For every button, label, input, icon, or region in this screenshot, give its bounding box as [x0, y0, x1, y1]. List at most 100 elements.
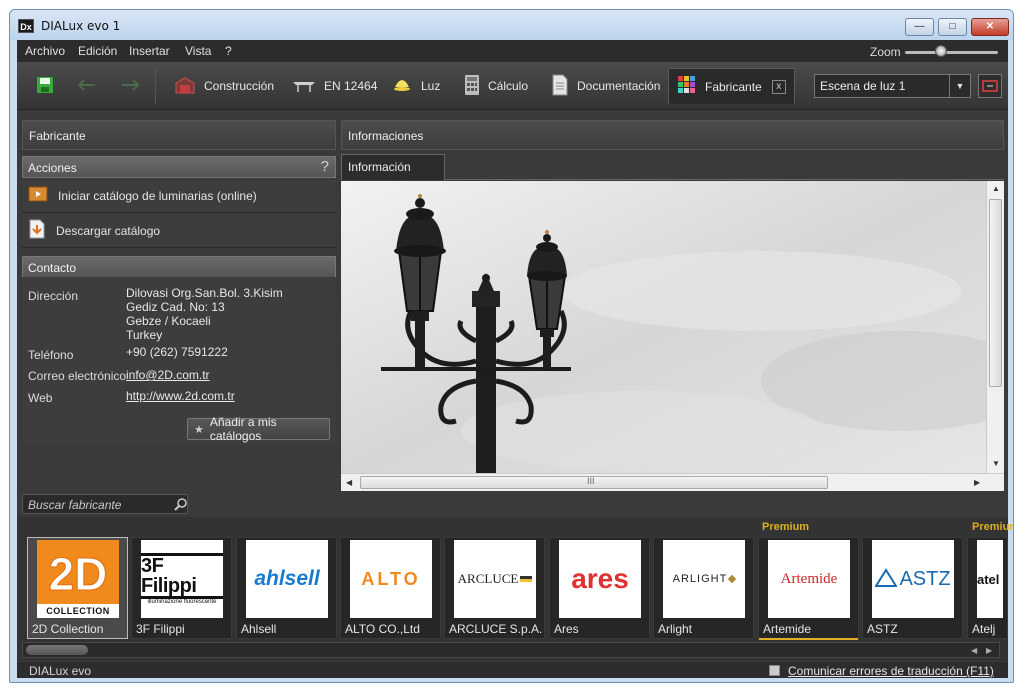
- menu-insertar[interactable]: Insertar: [129, 44, 170, 58]
- manufacturer-tile-atelj[interactable]: atel Atelj: [967, 537, 1008, 639]
- document-icon: [551, 74, 569, 99]
- scroll-left-icon[interactable]: ◀: [971, 646, 977, 655]
- manufacturer-tile-arlight[interactable]: ARLIGHT Arlight: [653, 537, 754, 639]
- horizontal-scrollbar[interactable]: ◀ III ▶: [341, 473, 1004, 491]
- section-contacto[interactable]: Contacto: [22, 256, 336, 278]
- panel-title-fabricante: Fabricante: [22, 120, 336, 150]
- manufacturer-name: 2D Collection: [32, 622, 104, 636]
- left-panel-fill: [22, 445, 336, 485]
- manufacturer-tile-arcluce[interactable]: ARCLUCE ARCLUCE S.p.A.: [444, 537, 545, 639]
- minimize-button[interactable]: —: [905, 18, 934, 36]
- web-link[interactable]: http://www.2d.com.tr: [126, 389, 235, 403]
- premium-badge: Premium: [972, 521, 1013, 533]
- application-window: Dx DIALux evo 1 — □ ✕ Archivo Edición In…: [9, 9, 1014, 683]
- undo-icon[interactable]: [77, 75, 97, 95]
- tab-documentacion-label: Documentación: [577, 79, 661, 93]
- menu-archivo[interactable]: Archivo: [25, 44, 65, 58]
- manufacturer-strip: Premium Premium 2D COLLECTION 2D Collect…: [17, 517, 1013, 661]
- manufacturer-search-input[interactable]: Buscar fabricante: [22, 494, 188, 514]
- manufacturer-strip-scrollbar[interactable]: ◀ ▶: [22, 642, 1000, 658]
- save-icon[interactable]: [35, 75, 55, 95]
- scene-options-button[interactable]: [978, 74, 1002, 98]
- logo-arcluce: ARCLUCE: [454, 540, 536, 618]
- help-icon[interactable]: ?: [321, 158, 329, 175]
- panel-title-informaciones: Informaciones: [341, 120, 1004, 150]
- logo-arlight: ARLIGHT: [663, 540, 745, 618]
- section-acciones-label: Acciones: [28, 161, 77, 175]
- menu-vista[interactable]: Vista: [185, 44, 211, 58]
- logo-arlight-word: ARLIGHT: [672, 573, 728, 585]
- app-icon: Dx: [18, 19, 34, 33]
- manufacturer-name: Atelj: [972, 622, 996, 636]
- scroll-left-icon[interactable]: ◀: [346, 478, 352, 487]
- section-acciones[interactable]: Acciones ?: [22, 156, 336, 178]
- tab-informacion[interactable]: Información: [341, 154, 445, 180]
- manufacturer-tile-2d-collection[interactable]: 2D COLLECTION 2D Collection: [27, 537, 128, 639]
- manufacturer-tile-3f-filippi[interactable]: 3F Filippi illuminazione fluorescente 3F…: [131, 537, 232, 639]
- tab-construccion[interactable]: Construcción: [166, 68, 282, 104]
- app-client-area: Archivo Edición Insertar Vista ? Zoom Co…: [17, 40, 1013, 678]
- action-download-catalog[interactable]: Descargar catálogo: [22, 214, 336, 248]
- info-tabbar: Información: [341, 152, 1004, 180]
- triangle-logo-icon: [874, 567, 899, 591]
- tab-luz[interactable]: Luz: [383, 68, 448, 104]
- manufacturer-tile-alto[interactable]: ALTO ALTO CO.,Ltd: [340, 537, 441, 639]
- premium-underline: [759, 638, 858, 640]
- menu-help[interactable]: ?: [225, 44, 232, 58]
- manufacturer-tile-ahlsell[interactable]: ahlsell Ahlsell: [236, 537, 337, 639]
- close-window-button[interactable]: ✕: [971, 18, 1009, 36]
- tab-fabricante-label: Fabricante: [705, 79, 762, 94]
- logo-3f-filippi-tagline: illuminazione fluorescente: [147, 599, 217, 605]
- search-icon[interactable]: [174, 497, 188, 511]
- zoom-slider-track[interactable]: [905, 51, 998, 54]
- phone-label: Teléfono: [28, 348, 74, 362]
- logo-atelj: atel: [977, 540, 1003, 618]
- maximize-button[interactable]: □: [938, 18, 967, 36]
- address-line: Dilovasi Org.San.Bol. 3.Kisim: [126, 286, 283, 300]
- street-lamp-image: [341, 181, 986, 473]
- action-start-catalog[interactable]: Iniciar catálogo de luminarias (online): [22, 179, 336, 213]
- tab-en12464-label: EN 12464: [324, 79, 378, 93]
- logo-artemide: Artemide: [768, 540, 850, 618]
- vertical-scroll-thumb[interactable]: [989, 199, 1002, 387]
- redo-icon[interactable]: [120, 75, 140, 95]
- manufacturer-strip-scroll-thumb[interactable]: [26, 645, 88, 655]
- scroll-up-icon[interactable]: ▲: [992, 184, 1000, 193]
- tab-documentacion[interactable]: Documentación: [543, 68, 668, 104]
- manufacturer-name: ASTZ: [867, 622, 898, 636]
- tab-calculo[interactable]: Cálculo: [456, 68, 536, 104]
- email-link[interactable]: info@2D.com.tr: [126, 368, 210, 382]
- scroll-right-icon[interactable]: ▶: [986, 646, 992, 655]
- logo-astz-word: ASTZ: [899, 567, 951, 590]
- tab-calculo-label: Cálculo: [488, 79, 529, 93]
- logo-alto: ALTO: [350, 540, 432, 618]
- scroll-right-icon[interactable]: ▶: [974, 478, 980, 487]
- manufacturer-name: 3F Filippi: [136, 622, 185, 636]
- logo-3f-filippi-word: 3F Filippi: [141, 553, 223, 599]
- logo-ares: ares: [559, 540, 641, 618]
- manufacturer-tile-artemide[interactable]: Artemide Artemide: [758, 537, 859, 640]
- chevron-down-icon[interactable]: ▼: [949, 75, 970, 97]
- zoom-slider-thumb[interactable]: [935, 45, 947, 57]
- manufacturer-name: ARCLUCE S.p.A.: [449, 622, 543, 636]
- manufacturer-tile-ares[interactable]: ares Ares: [549, 537, 650, 639]
- add-to-catalogs-button[interactable]: ★ Añadir a mis catálogos: [187, 415, 330, 443]
- scroll-down-icon[interactable]: ▼: [992, 459, 1000, 468]
- menu-edicion[interactable]: Edición: [78, 44, 117, 58]
- horizontal-scroll-thumb[interactable]: III: [360, 476, 828, 489]
- tab-en12464[interactable]: EN 12464: [284, 68, 385, 104]
- close-tab-button[interactable]: x: [771, 79, 786, 94]
- address-line: Gebze / Kocaeli: [126, 314, 211, 328]
- phone-value: +90 (262) 7591222: [126, 345, 228, 359]
- report-translation-link[interactable]: Comunicar errores de traducción (F11): [788, 664, 994, 678]
- logo-ahlsell: ahlsell: [246, 540, 328, 618]
- logo-2d: 2D COLLECTION: [37, 540, 119, 618]
- product-image: [341, 181, 986, 473]
- scene-select[interactable]: Escena de luz 1: [814, 74, 971, 98]
- vertical-scrollbar[interactable]: ▲ ▼: [986, 181, 1004, 473]
- manufacturer-tile-astz[interactable]: ASTZ ASTZ: [862, 537, 963, 639]
- email-label: Correo electrónico: [28, 369, 127, 383]
- search-placeholder: Buscar fabricante: [28, 498, 122, 512]
- tab-fabricante[interactable]: Fabricante x: [668, 68, 795, 104]
- web-label: Web: [28, 391, 53, 405]
